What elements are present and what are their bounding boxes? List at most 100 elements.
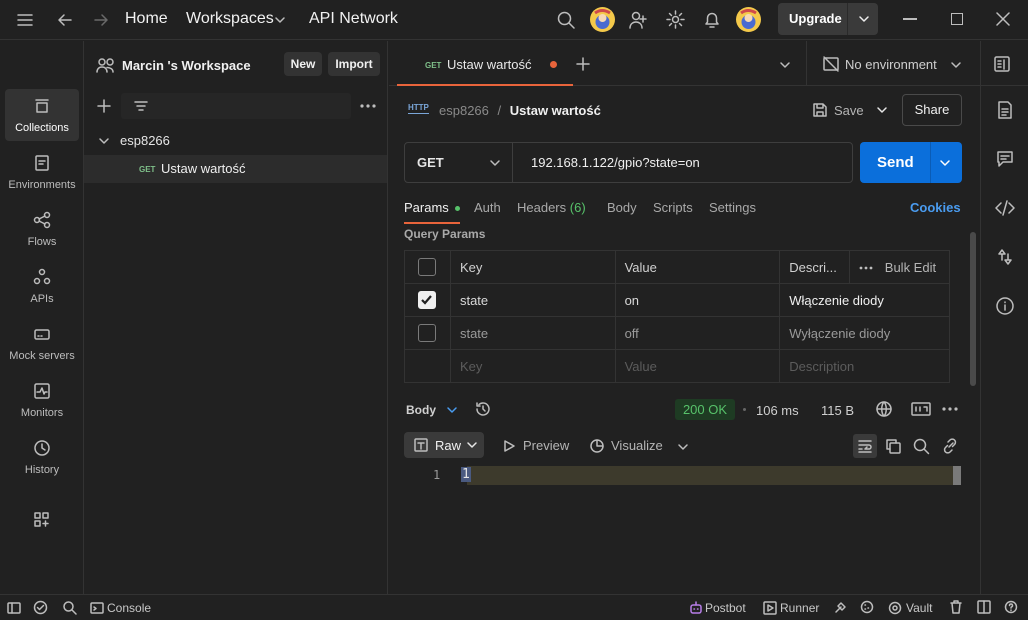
environment-selector[interactable]: No environment (807, 41, 977, 86)
link-icon[interactable] (941, 437, 959, 455)
response-history-icon[interactable] (474, 400, 492, 418)
more-options-icon[interactable] (942, 406, 958, 412)
find-replace-icon[interactable] (62, 600, 77, 615)
online-status-icon[interactable] (33, 600, 48, 615)
copy-icon[interactable] (884, 437, 902, 455)
console-button[interactable]: Console (90, 600, 154, 616)
bulk-edit-link[interactable]: Bulk Edit (885, 260, 936, 275)
import-button[interactable]: Import (328, 52, 380, 76)
response-size[interactable]: 115 B (821, 403, 854, 418)
status-badge[interactable]: 200 OK (675, 399, 735, 420)
param-key[interactable]: state (449, 283, 616, 317)
documentation-icon[interactable] (996, 101, 1014, 119)
request-tab-active[interactable]: GET Ustaw wartość (397, 41, 573, 86)
key-placeholder[interactable]: Key (449, 349, 616, 383)
chevron-down-icon[interactable] (939, 157, 951, 169)
visualize-button[interactable]: Visualize (588, 436, 692, 456)
tab-auth[interactable]: Auth (474, 200, 501, 215)
rail-item-mock-servers[interactable]: Mock servers (5, 317, 79, 369)
save-response-icon[interactable] (911, 402, 931, 416)
breadcrumb-request[interactable]: Ustaw wartość (510, 103, 601, 118)
two-pane-view-icon[interactable] (977, 600, 991, 614)
settings-gear-icon[interactable] (665, 9, 686, 30)
more-options-icon[interactable] (859, 265, 873, 271)
chevron-down-icon[interactable] (677, 441, 689, 453)
search-icon[interactable] (556, 10, 576, 30)
value-placeholder[interactable]: Value (614, 349, 781, 383)
minimize-icon[interactable] (903, 18, 917, 20)
description-placeholder[interactable]: Description (779, 349, 950, 383)
share-button[interactable]: Share (902, 94, 962, 126)
wrap-lines-button[interactable] (853, 434, 877, 458)
comments-icon[interactable] (996, 150, 1014, 168)
info-icon[interactable] (995, 296, 1015, 316)
team-avatar[interactable] (590, 7, 615, 32)
param-checkbox[interactable] (418, 324, 436, 342)
cookies-link[interactable]: Cookies (910, 200, 961, 215)
vault-button[interactable]: Vault (888, 600, 938, 616)
forward-icon[interactable] (92, 11, 110, 29)
rail-item-monitors[interactable]: Monitors (5, 374, 79, 426)
method-select[interactable]: GET (405, 143, 513, 182)
preview-button[interactable]: Preview (500, 436, 574, 456)
chevron-down-icon[interactable] (858, 13, 870, 25)
more-options-icon[interactable] (360, 103, 376, 109)
postbot-button[interactable]: Postbot (689, 600, 751, 616)
tabs-overflow-chevron-icon[interactable] (779, 59, 791, 71)
rail-item-environments[interactable]: Environments (5, 146, 79, 198)
rail-item-apis[interactable]: APIs (5, 260, 79, 312)
notifications-bell-icon[interactable] (703, 10, 721, 30)
globe-icon[interactable] (875, 400, 893, 418)
tab-settings[interactable]: Settings (709, 200, 756, 215)
param-key[interactable]: state (449, 316, 616, 350)
chevron-down-icon[interactable] (950, 59, 962, 71)
close-icon[interactable] (996, 12, 1010, 26)
tab-scripts[interactable]: Scripts (653, 200, 693, 215)
chevron-down-icon[interactable] (876, 104, 888, 116)
request-row[interactable]: GET Ustaw wartość (84, 155, 387, 183)
new-button[interactable]: New (284, 52, 322, 76)
editor-scroll-thumb[interactable] (953, 466, 961, 485)
configure-sidebar-icon[interactable] (33, 511, 51, 529)
tab-params[interactable]: Params (404, 200, 461, 224)
api-network-link[interactable]: API Network (309, 10, 398, 28)
rail-item-collections[interactable]: Collections (5, 89, 79, 141)
toggle-sidebar-icon[interactable] (7, 601, 21, 615)
response-body-select[interactable]: Body (406, 402, 462, 418)
filter-icon[interactable] (133, 98, 149, 114)
param-description[interactable]: Włączenie diody (779, 283, 950, 317)
response-body-content[interactable]: 1 (461, 467, 471, 482)
trash-icon[interactable] (949, 600, 963, 614)
send-button[interactable]: Send (860, 142, 962, 183)
tab-headers[interactable]: Headers (6) (517, 200, 586, 215)
add-collection-icon[interactable] (96, 98, 112, 114)
new-tab-icon[interactable] (576, 57, 590, 71)
home-link[interactable]: Home (125, 10, 168, 28)
capture-requests-icon[interactable] (834, 600, 848, 614)
maximize-icon[interactable] (951, 13, 963, 25)
back-icon[interactable] (56, 11, 74, 29)
runner-button[interactable]: Runner (763, 600, 821, 616)
search-icon[interactable] (912, 437, 930, 455)
user-avatar[interactable] (736, 7, 761, 32)
sidebar-search-input[interactable] (121, 93, 351, 119)
chevron-down-icon[interactable] (274, 14, 286, 26)
rail-item-flows[interactable]: Flows (5, 203, 79, 255)
url-input[interactable]: 192.168.1.122/gpio?state=on (531, 155, 700, 170)
select-all-checkbox[interactable] (418, 258, 436, 276)
save-button[interactable]: Save (810, 99, 896, 121)
params-scrollbar[interactable] (970, 232, 976, 386)
related-collections-icon[interactable] (996, 248, 1014, 266)
workspaces-menu[interactable]: Workspaces (186, 10, 274, 28)
collection-row[interactable]: esp8266 (84, 127, 387, 155)
help-icon[interactable] (1004, 600, 1018, 614)
response-time[interactable]: 106 ms (756, 403, 799, 418)
upgrade-button[interactable]: Upgrade (778, 3, 878, 35)
param-value[interactable]: off (614, 316, 781, 350)
environment-quick-look-icon[interactable] (993, 55, 1011, 73)
menu-icon[interactable] (16, 12, 34, 28)
raw-format-select[interactable]: Raw (404, 432, 484, 458)
param-description[interactable]: Wyłączenie diody (779, 316, 950, 350)
workspace-name[interactable]: Marcin 's Workspace (122, 58, 251, 73)
chevron-down-icon[interactable] (98, 135, 110, 147)
